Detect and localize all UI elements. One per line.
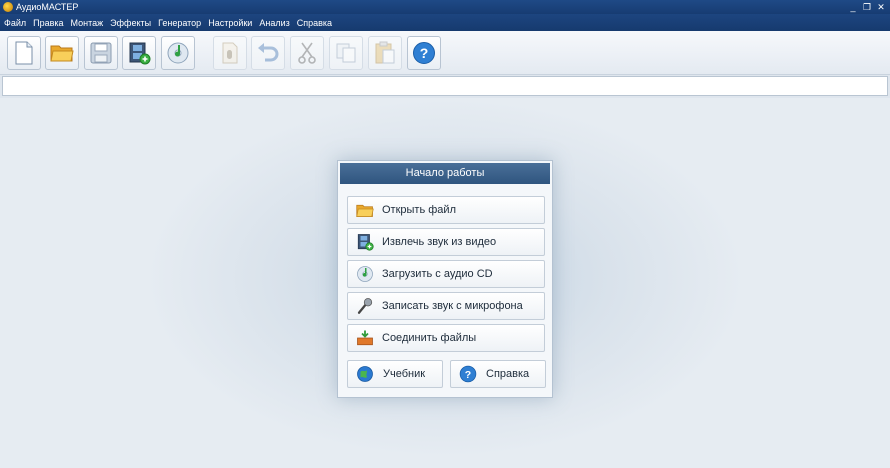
record-icon — [222, 42, 238, 64]
load-cd-label: Загрузить с аудио CD — [382, 268, 493, 280]
audio-cd-icon — [167, 42, 189, 64]
toolbar: ? — [0, 31, 890, 75]
video-extract-icon — [129, 42, 151, 65]
join-files-label: Соединить файлы — [382, 332, 477, 344]
tutorial-label: Учебник — [383, 368, 426, 380]
save-icon — [90, 42, 112, 64]
menu-settings[interactable]: Настройки — [208, 18, 252, 28]
copy-icon — [336, 43, 356, 63]
open-folder-icon — [50, 45, 74, 62]
open-file-label: Открыть файл — [382, 204, 456, 216]
record-button[interactable] — [213, 36, 247, 70]
menu-generator[interactable]: Генератор — [158, 18, 201, 28]
extract-video-action[interactable]: Извлечь звук из видео — [347, 228, 545, 256]
load-cd-button[interactable] — [161, 36, 195, 70]
menu-bar: Файл Правка Монтаж Эффекты Генератор Нас… — [0, 14, 890, 31]
help-panel-label: Справка — [486, 368, 530, 380]
open-file-action[interactable]: Открыть файл — [347, 196, 545, 224]
open-folder-icon — [356, 201, 374, 219]
record-mic-action[interactable]: Записать звук с микрофона — [347, 292, 545, 320]
save-button[interactable] — [84, 36, 118, 70]
start-panel-title: Начало работы — [340, 163, 550, 184]
restore-button[interactable]: ❐ — [862, 0, 872, 14]
menu-effects[interactable]: Эффекты — [110, 18, 151, 28]
paste-icon — [375, 41, 395, 64]
undo-button[interactable] — [251, 36, 285, 70]
new-file-icon — [15, 41, 33, 65]
menu-edit[interactable]: Правка — [33, 18, 63, 28]
open-file-button[interactable] — [45, 36, 79, 70]
join-files-action[interactable]: Соединить файлы — [347, 324, 545, 352]
undo-icon — [258, 43, 279, 62]
copy-button[interactable] — [329, 36, 363, 70]
window-controls: _ ❐ ✕ — [848, 0, 886, 14]
globe-icon — [356, 365, 374, 383]
menu-file[interactable]: Файл — [4, 18, 26, 28]
extract-video-button[interactable] — [122, 36, 156, 70]
join-files-icon — [356, 329, 374, 347]
extract-video-label: Извлечь звук из видео — [382, 236, 497, 248]
video-extract-icon — [356, 233, 374, 251]
close-button[interactable]: ✕ — [876, 0, 886, 14]
paste-button[interactable] — [368, 36, 402, 70]
help-button[interactable]: ? — [407, 36, 441, 70]
path-field[interactable] — [2, 76, 888, 96]
cut-button[interactable] — [290, 36, 324, 70]
load-cd-action[interactable]: Загрузить с аудио CD — [347, 260, 545, 288]
window-title: АудиоМАСТЕР — [16, 2, 79, 12]
record-mic-label: Записать звук с микрофона — [382, 300, 523, 312]
help-panel-button[interactable]: ? Справка — [450, 360, 546, 388]
svg-text:?: ? — [465, 369, 471, 381]
menu-montage[interactable]: Монтаж — [71, 18, 104, 28]
microphone-icon — [356, 297, 374, 315]
start-panel: Начало работы Открыть файл Извлечь звук … — [337, 160, 553, 398]
help-icon: ? — [459, 365, 477, 383]
title-bar: АудиоМАСТЕР _ ❐ ✕ — [0, 0, 890, 14]
menu-help[interactable]: Справка — [297, 18, 332, 28]
minimize-button[interactable]: _ — [848, 0, 858, 14]
menu-analysis[interactable]: Анализ — [259, 18, 289, 28]
app-logo-icon — [3, 2, 13, 12]
help-icon: ? — [413, 42, 435, 64]
tutorial-button[interactable]: Учебник — [347, 360, 443, 388]
svg-text:?: ? — [420, 45, 429, 61]
audio-cd-icon — [356, 265, 374, 283]
cut-icon — [298, 42, 316, 64]
new-file-button[interactable] — [7, 36, 41, 70]
